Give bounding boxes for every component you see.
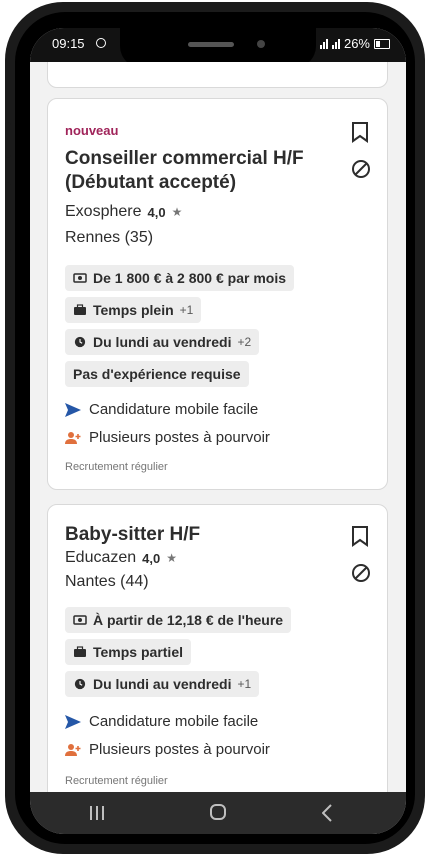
experience-label: Pas d'expérience requise (73, 366, 241, 382)
android-nav-bar (30, 792, 406, 834)
schedule-tag: Du lundi au vendredi +2 (65, 329, 260, 355)
volume-button (5, 182, 11, 252)
schedule-label: Du lundi au vendredi (93, 676, 232, 692)
back-icon[interactable] (322, 804, 332, 822)
schedule-more: +1 (237, 677, 252, 691)
easy-apply: Candidature mobile facile (65, 713, 258, 730)
contract-more: +1 (179, 303, 194, 317)
bookmark-icon[interactable] (351, 525, 369, 547)
send-arrow-icon (65, 402, 81, 417)
job-title[interactable]: Baby-sitter H/F (65, 523, 335, 547)
easy-apply-label: Candidature mobile facile (89, 401, 259, 418)
status-time: 09:15 (52, 36, 85, 51)
schedule-more: +2 (237, 335, 252, 349)
recent-apps-icon[interactable] (90, 806, 106, 820)
send-arrow-icon (65, 714, 81, 729)
status-icons: 26% (319, 36, 390, 51)
add-person-icon (65, 431, 81, 444)
home-icon[interactable] (210, 804, 226, 820)
company-name: Exosphere (65, 203, 142, 220)
bookmark-icon[interactable] (351, 121, 369, 143)
multiple-positions: Plusieurs postes à pourvoir (65, 429, 270, 446)
easy-apply: Candidature mobile facile (65, 401, 258, 418)
clock-icon (74, 336, 86, 348)
not-interested-icon[interactable] (351, 563, 371, 583)
job-location: Rennes (35) (65, 229, 154, 246)
side-button (5, 122, 11, 158)
power-button (5, 264, 11, 320)
screen: 09:15 26% nouveau Conseiller commercial … (30, 28, 406, 834)
job-card[interactable]: nouveau Conseiller commercial H/F (Début… (47, 98, 388, 490)
multiple-positions-label: Plusieurs postes à pourvoir (89, 741, 270, 758)
clock-icon (74, 678, 86, 690)
not-interested-icon[interactable] (351, 159, 371, 179)
hiring-note: Recrutement régulier (65, 461, 168, 473)
new-badge: nouveau (65, 123, 119, 138)
company-rating: 4,0 (142, 550, 161, 566)
signal-icon-2 (331, 38, 340, 49)
alarm-icon (96, 38, 106, 48)
job-location: Nantes (44) (65, 573, 149, 590)
company-name: Educazen (65, 549, 137, 566)
battery-percent: 26% (343, 36, 370, 51)
salary-label: À partir de 12,18 € de l'heure (93, 612, 284, 628)
contract-tag: Temps partiel (65, 639, 191, 665)
salary-tag: À partir de 12,18 € de l'heure (65, 607, 292, 633)
company[interactable]: Exosphere 4,0 ★ (65, 203, 182, 221)
signal-icon (319, 38, 328, 49)
multiple-positions: Plusieurs postes à pourvoir (65, 741, 270, 758)
contract-label: Temps plein (93, 302, 174, 318)
salary-label: De 1 800 € à 2 800 € par mois (93, 270, 287, 286)
job-list[interactable]: nouveau Conseiller commercial H/F (Début… (30, 62, 406, 792)
camera (257, 40, 265, 48)
previous-job-card[interactable] (47, 62, 388, 88)
star-icon: ★ (171, 205, 183, 219)
job-title[interactable]: Conseiller commercial H/F (Débutant acce… (65, 147, 335, 195)
company[interactable]: Educazen 4,0 ★ (65, 549, 177, 567)
experience-tag: Pas d'expérience requise (65, 361, 249, 387)
salary-icon (73, 615, 87, 625)
salary-icon (73, 273, 87, 283)
schedule-label: Du lundi au vendredi (93, 334, 232, 350)
salary-tag: De 1 800 € à 2 800 € par mois (65, 265, 295, 291)
schedule-tag: Du lundi au vendredi +1 (65, 671, 260, 697)
add-person-icon (65, 743, 81, 756)
contract-label: Temps partiel (93, 644, 183, 660)
hiring-note: Recrutement régulier (65, 775, 168, 787)
star-icon: ★ (166, 551, 178, 565)
briefcase-icon (74, 304, 86, 315)
easy-apply-label: Candidature mobile facile (89, 713, 259, 730)
contract-tag: Temps plein +1 (65, 297, 202, 323)
battery-icon (374, 38, 390, 49)
briefcase-icon (74, 646, 86, 657)
job-card[interactable]: Baby-sitter H/F Educazen 4,0 ★ Nantes (4… (47, 504, 388, 792)
multiple-positions-label: Plusieurs postes à pourvoir (89, 429, 270, 446)
speaker (188, 42, 234, 47)
company-rating: 4,0 (147, 204, 166, 220)
